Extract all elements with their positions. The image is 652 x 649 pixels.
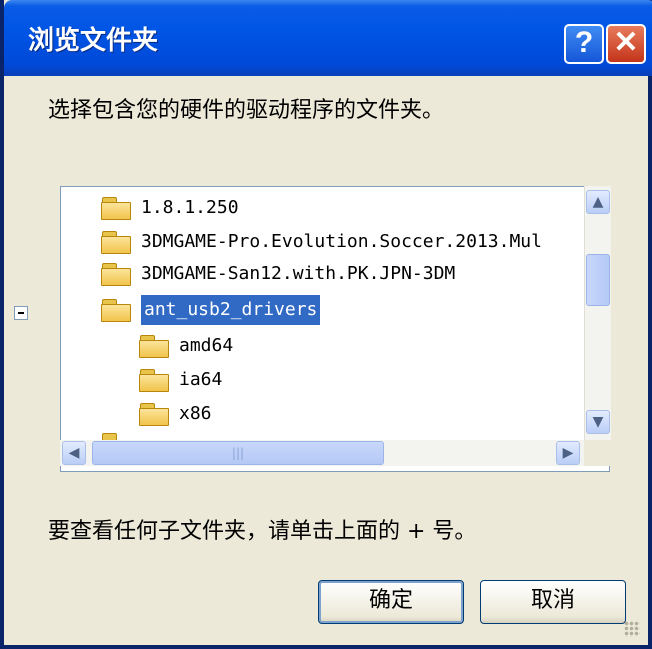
resize-grip-icon[interactable] xyxy=(624,621,640,637)
tree-item-label: 3DMGAME-San12.with.PK.JPN-3DM xyxy=(141,263,456,284)
tree-item-label: amd64 xyxy=(179,335,234,356)
browse-folder-dialog: 浏览文件夹 ? ✕ 选择包含您的硬件的驱动程序的文件夹。 1.8.1.250 3… xyxy=(0,0,652,649)
tree-item-amd64[interactable]: amd64 xyxy=(139,331,559,361)
folder-tree[interactable]: 1.8.1.250 3DMGAME-Pro.Evolution.Soccer.2… xyxy=(60,186,610,472)
dialog-title: 浏览文件夹 xyxy=(28,26,159,56)
tree-item-label: 1.8.1.250 xyxy=(141,197,239,218)
vertical-scrollbar[interactable]: ▲ ▼ xyxy=(584,186,611,440)
tree-item-x86[interactable]: x86 xyxy=(139,399,559,429)
tree-item-ant-usb2-drivers[interactable]: ant_usb2_drivers xyxy=(101,295,585,325)
vertical-scroll-thumb[interactable] xyxy=(586,254,610,306)
scroll-left-button[interactable]: ◀ xyxy=(62,441,86,465)
folder-icon xyxy=(139,403,169,426)
tree-item-san12[interactable]: 3DMGAME-San12.with.PK.JPN-3DM xyxy=(101,259,585,289)
folder-icon xyxy=(101,263,131,286)
folder-icon xyxy=(101,231,131,254)
help-button[interactable]: ? xyxy=(564,24,604,64)
horizontal-scrollbar[interactable]: ◀ ||| ▶ xyxy=(60,440,584,466)
close-button[interactable]: ✕ xyxy=(606,24,646,64)
ok-button[interactable]: 确定 xyxy=(318,580,464,624)
title-bar: 浏览文件夹 ? ✕ xyxy=(4,0,652,76)
scrollbar-corner xyxy=(584,440,610,466)
scroll-right-button[interactable]: ▶ xyxy=(556,441,580,465)
scroll-up-button[interactable]: ▲ xyxy=(586,190,610,214)
open-folder-icon xyxy=(101,299,131,322)
folder-icon xyxy=(139,369,169,392)
folder-icon xyxy=(139,335,169,358)
tree-item-ia64[interactable]: ia64 xyxy=(139,365,559,395)
tree-item-label-selected: ant_usb2_drivers xyxy=(139,295,322,325)
tree-item-1-8-1-250[interactable]: 1.8.1.250 xyxy=(101,193,621,223)
folder-icon xyxy=(101,197,131,220)
instruction-text: 选择包含您的硬件的驱动程序的文件夹。 xyxy=(48,98,445,123)
horizontal-scroll-thumb[interactable]: ||| xyxy=(92,441,384,465)
tree-item-label: 3DMGAME-Pro.Evolution.Soccer.2013.Mul xyxy=(141,231,542,252)
hint-text: 要查看任何子文件夹，请单击上面的 + 号。 xyxy=(48,519,477,544)
tree-item-pes2013[interactable]: 3DMGAME-Pro.Evolution.Soccer.2013.Mul xyxy=(101,227,585,257)
tree-item-label: x86 xyxy=(179,403,212,424)
scroll-down-button[interactable]: ▼ xyxy=(586,410,610,434)
cancel-button[interactable]: 取消 xyxy=(480,580,626,624)
collapse-toggle[interactable] xyxy=(14,306,28,320)
tree-item-label: ia64 xyxy=(179,369,223,390)
